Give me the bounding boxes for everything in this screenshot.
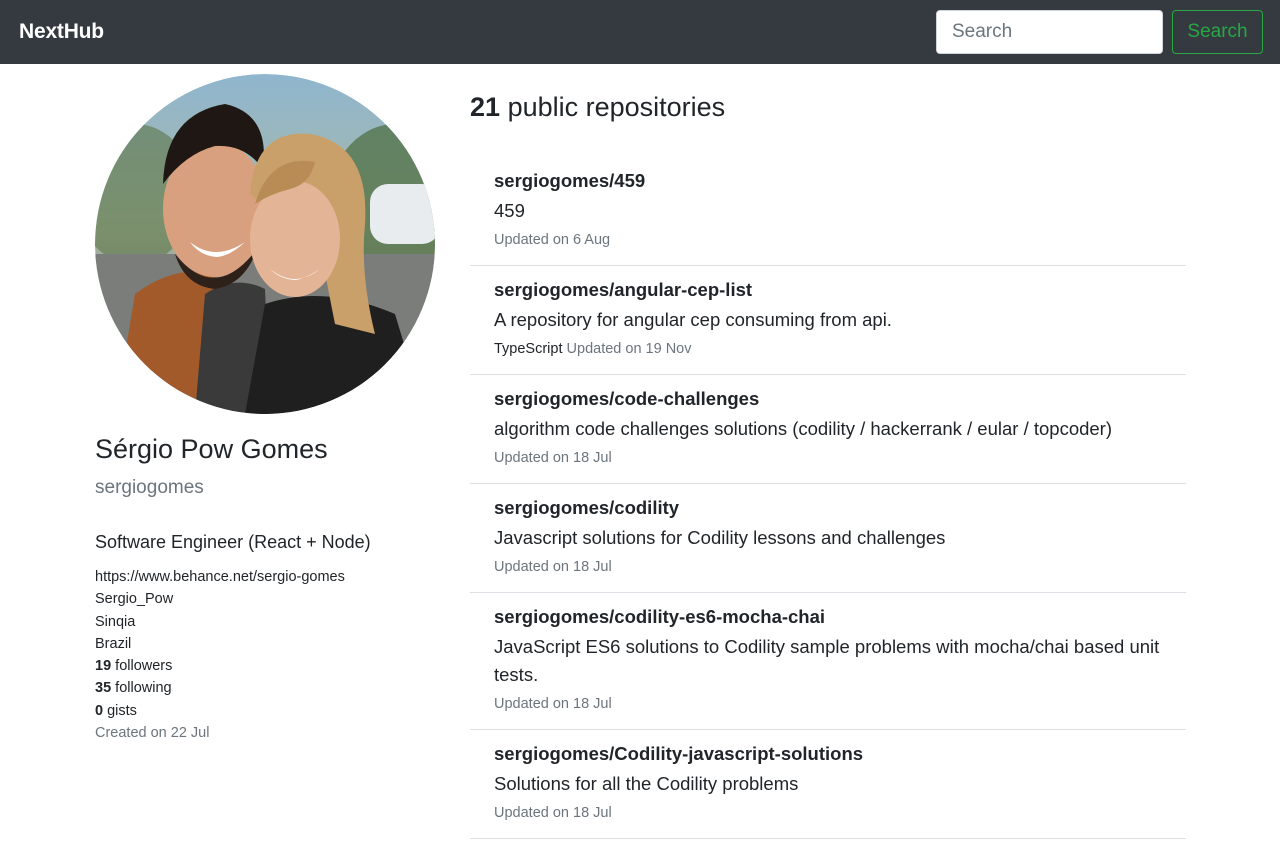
search-input[interactable] [936,10,1163,54]
profile-company: Sinqia [95,613,136,630]
repos-heading: 21 public repositories [470,92,1186,123]
followers-label: followers [115,658,173,675]
brand-logo[interactable]: NextHub [19,20,104,44]
repo-meta: Updated on 18 Jul [494,557,1162,577]
profile-login: sergiogomes [95,477,204,498]
profile-gists: 0 gists [95,700,435,722]
repo-meta: Updated on 18 Jul [494,448,1162,468]
profile-details: https://www.behance.net/sergio-gomes Ser… [95,566,435,744]
gists-count: 0 [95,702,104,719]
following-count: 35 [95,680,112,697]
profile-sidebar: Sérgio Pow Gomes sergiogomes Software En… [95,74,435,744]
repo-updated: Updated on 19 Nov [566,341,692,357]
repo-name[interactable]: sergiogomes/codility [494,496,1162,520]
repo-item[interactable]: sergiogomes/Codility-javascript-solution… [470,730,1186,839]
repo-updated: Updated on 18 Jul [494,450,612,466]
profile-name: Sérgio Pow Gomes [95,434,328,464]
repo-description: algorithm code challenges solutions (cod… [494,418,1113,439]
repositories-section: 21 public repositories sergiogomes/459 4… [470,92,1186,839]
repo-description: 459 [494,200,525,221]
repo-description: A repository for angular cep consuming f… [494,309,892,330]
repos-title-suffix: public repositories [507,92,726,122]
repo-list: sergiogomes/459 459 Updated on 6 Aug ser… [470,157,1186,839]
repo-meta: TypeScript Updated on 19 Nov [494,339,1162,359]
repo-item[interactable]: sergiogomes/angular-cep-list A repositor… [470,266,1186,375]
profile-blog-link[interactable]: https://www.behance.net/sergio-gomes [95,566,435,588]
profile-created: Created on 22 Jul [95,725,210,742]
repo-name[interactable]: sergiogomes/459 [494,169,1162,193]
repo-name[interactable]: sergiogomes/angular-cep-list [494,278,1162,302]
repo-name[interactable]: sergiogomes/Codility-javascript-solution… [494,742,1162,766]
repo-description: Solutions for all the Codility problems [494,773,799,794]
repo-description: JavaScript ES6 solutions to Codility sam… [494,636,1160,685]
avatar [95,74,435,414]
repo-meta: Updated on 6 Aug [494,230,1162,250]
search-form: Search [936,10,1263,54]
repo-name[interactable]: sergiogomes/codility-es6-mocha-chai [494,605,1162,629]
followers-count: 19 [95,658,112,675]
following-label: following [115,680,172,697]
profile-followers: 19 followers [95,655,435,677]
repo-item[interactable]: sergiogomes/codility-es6-mocha-chai Java… [470,593,1186,730]
repo-updated: Updated on 6 Aug [494,232,611,248]
repo-meta: Updated on 18 Jul [494,803,1162,823]
repo-item[interactable]: sergiogomes/code-challenges algorithm co… [470,375,1186,484]
repo-updated: Updated on 18 Jul [494,559,612,575]
profile-following: 35 following [95,677,435,699]
profile-twitter: Sergio_Pow [95,591,174,608]
repo-item[interactable]: sergiogomes/codility Javascript solution… [470,484,1186,593]
gists-label: gists [107,702,137,719]
repo-item[interactable]: sergiogomes/459 459 Updated on 6 Aug [470,157,1186,266]
profile-bio: Software Engineer (React + Node) [95,532,371,552]
profile-location: Brazil [95,635,132,652]
repos-count: 21 [470,92,501,122]
repo-name[interactable]: sergiogomes/code-challenges [494,387,1162,411]
top-navbar: NextHub Search [0,0,1280,64]
repo-updated: Updated on 18 Jul [494,696,612,712]
main-content: Sérgio Pow Gomes sergiogomes Software En… [0,64,1280,867]
repo-language: TypeScript [494,341,563,357]
repo-description: Javascript solutions for Codility lesson… [494,527,946,548]
search-button[interactable]: Search [1172,10,1263,54]
repo-updated: Updated on 18 Jul [494,805,612,821]
repo-meta: Updated on 18 Jul [494,694,1162,714]
